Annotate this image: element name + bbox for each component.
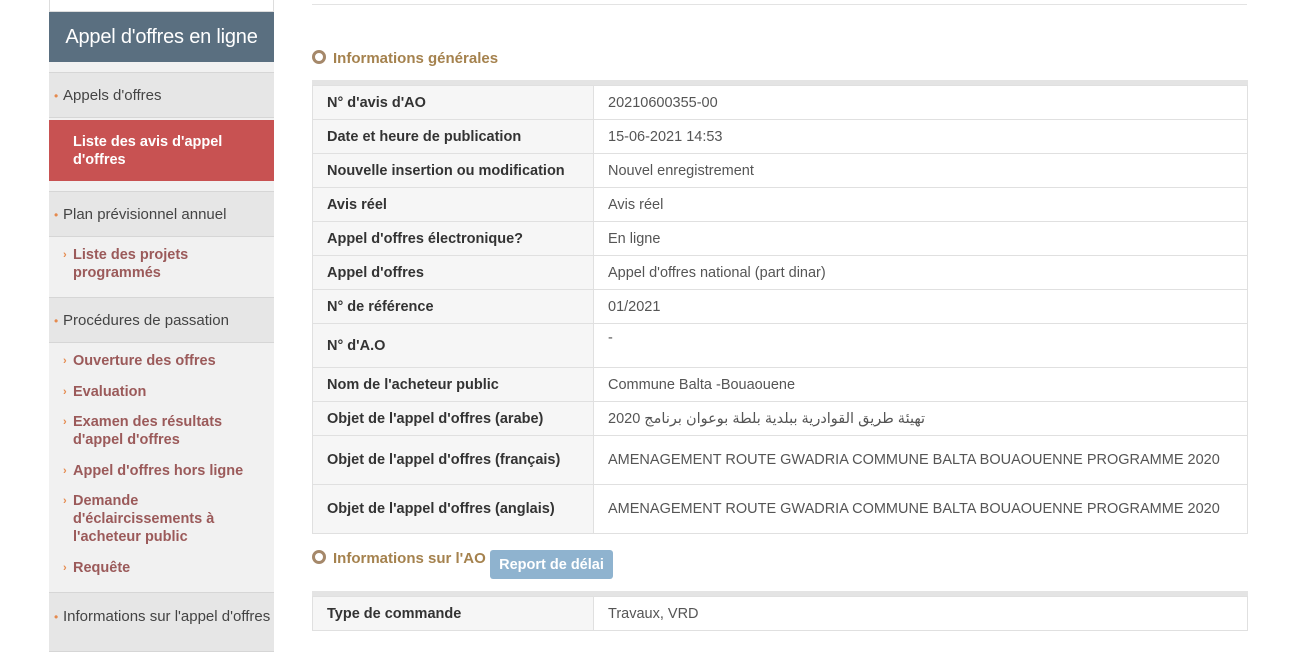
row-value: Avis réel: [593, 187, 1248, 222]
sidebar-item-ouverture[interactable]: › Ouverture des offres: [63, 352, 263, 370]
chevron-right-icon: ›: [63, 416, 67, 428]
section-title-text: Informations sur l'AO: [333, 550, 486, 567]
row-label: Nouvelle insertion ou modification: [312, 153, 594, 188]
table-row: Appel d'offres Appel d'offres national (p…: [312, 255, 1248, 290]
ao-info-table: Type de commande Travaux, VRD: [312, 596, 1248, 631]
sidebar-section-label: Procédures de passation: [63, 312, 229, 329]
table-row: Nom de l'acheteur public Commune Balta -B…: [312, 367, 1248, 402]
sidebar-section-label: Plan prévisionnel annuel: [63, 206, 227, 223]
bullet-icon: •: [54, 208, 59, 222]
chevron-right-icon: ›: [63, 355, 67, 367]
sidebar-item-label: Requête: [73, 560, 131, 576]
table-row: Objet de l'appel d'offres (anglais) AMENA…: [312, 484, 1248, 534]
sidebar-item-label: Demande d'éclaircissements à l'acheteur …: [73, 493, 215, 545]
row-label: Appel d'offres électronique?: [312, 221, 594, 256]
bullet-icon: •: [54, 610, 59, 624]
row-value: Commune Balta -Bouaouene: [593, 367, 1248, 402]
row-value: -: [593, 323, 1248, 368]
sidebar-item-hors-ligne[interactable]: › Appel d'offres hors ligne: [63, 462, 263, 480]
row-label: Objet de l'appel d'offres (arabe): [312, 401, 594, 436]
sidebar-item-evaluation[interactable]: › Evaluation: [63, 383, 263, 401]
circle-bullet-icon: [312, 50, 326, 65]
sidebar-item-eclaircissements[interactable]: › Demande d'éclaircissements à l'acheteu…: [63, 492, 263, 546]
row-value: Appel d'offres national (part dinar): [593, 255, 1248, 290]
section-title-general: Informations générales: [312, 50, 498, 67]
row-label: Type de commande: [312, 596, 594, 631]
sidebar-section-label: Informations sur l'appel d'offres: [63, 608, 271, 625]
sidebar-section-informations[interactable]: • Informations sur l'appel d'offres: [49, 592, 274, 652]
chevron-right-icon: ›: [63, 386, 67, 398]
sidebar-item-requete[interactable]: › Requête: [63, 559, 263, 577]
section-title-text: Informations générales: [333, 50, 499, 67]
row-value: 15-06-2021 14:53: [593, 119, 1248, 154]
sidebar-section-plan[interactable]: • Plan prévisionnel annuel: [49, 191, 274, 237]
row-value: Travaux, VRD: [593, 596, 1248, 631]
chevron-right-icon: ›: [63, 495, 67, 507]
sidebar-title: Appel d'offres en ligne: [49, 12, 274, 62]
sidebar-item-examen[interactable]: › Examen des résultats d'appel d'offres: [63, 413, 263, 449]
chevron-right-icon: ›: [63, 249, 67, 261]
row-label: Appel d'offres: [312, 255, 594, 290]
table-row: Avis réel Avis réel: [312, 187, 1248, 222]
chevron-right-icon: ›: [63, 562, 67, 574]
row-value: 20210600355-00: [593, 85, 1248, 120]
bullet-icon: •: [54, 314, 59, 328]
row-value: AMENAGEMENT ROUTE GWADRIA COMMUNE BALTA …: [593, 484, 1248, 534]
sidebar-section-procedures[interactable]: • Procédures de passation: [49, 297, 274, 343]
table-row: Objet de l'appel d'offres (arabe) تهيئة ط…: [312, 401, 1248, 436]
table-row: Appel d'offres électronique? En ligne: [312, 221, 1248, 256]
sidebar: Appel d'offres en ligne • Appels d'offre…: [49, 0, 274, 652]
row-label: N° de référence: [312, 289, 594, 324]
chevron-right-icon: ›: [63, 465, 67, 477]
sidebar-item-label: Examen des résultats d'appel d'offres: [73, 414, 223, 448]
table-row: Date et heure de publication 15-06-2021 1…: [312, 119, 1248, 154]
row-label: Avis réel: [312, 187, 594, 222]
row-value: Nouvel enregistrement: [593, 153, 1248, 188]
table-row: Nouvelle insertion ou modification Nouvel…: [312, 153, 1248, 188]
top-divider: [312, 4, 1247, 5]
bullet-icon: •: [54, 89, 59, 103]
general-info-table: N° d'avis d'AO 20210600355-00 Date et heur…: [312, 85, 1248, 534]
row-label: Objet de l'appel d'offres (français): [312, 435, 594, 485]
circle-bullet-icon: [312, 550, 326, 565]
row-label: N° d'avis d'AO: [312, 85, 594, 120]
sidebar-item-label: Ouverture des offres: [73, 353, 216, 369]
sidebar-top-strip: [49, 0, 274, 12]
sidebar-section-appels[interactable]: • Appels d'offres: [49, 72, 274, 118]
sidebar-section-label: Appels d'offres: [63, 87, 162, 104]
report-delai-button[interactable]: Report de délai: [490, 550, 613, 579]
sidebar-item-label: Evaluation: [73, 384, 147, 400]
row-label: Objet de l'appel d'offres (anglais): [312, 484, 594, 534]
row-label: N° d'A.O: [312, 323, 594, 368]
row-label: Date et heure de publication: [312, 119, 594, 154]
row-value: 01/2021: [593, 289, 1248, 324]
row-value: En ligne: [593, 221, 1248, 256]
table-row: Type de commande Travaux, VRD: [312, 596, 1248, 631]
sidebar-item-label: Appel d'offres hors ligne: [73, 463, 244, 479]
row-value: AMENAGEMENT ROUTE GWADRIA COMMUNE BALTA …: [593, 435, 1248, 485]
sidebar-item-liste-projets[interactable]: › Liste des projets programmés: [63, 246, 263, 282]
table-row: N° de référence 01/2021: [312, 289, 1248, 324]
sidebar-item-liste-avis[interactable]: Liste des avis d'appel d'offres: [49, 120, 274, 181]
row-value: تهيئة طريق القوادرية ببلدية بلطة بوعوان …: [593, 401, 1248, 436]
table-row: N° d'avis d'AO 20210600355-00: [312, 85, 1248, 120]
table-row: N° d'A.O -: [312, 323, 1248, 368]
row-label: Nom de l'acheteur public: [312, 367, 594, 402]
section-title-ao: Informations sur l'AO: [312, 550, 486, 567]
sidebar-item-label: Liste des projets programmés: [73, 247, 189, 281]
table-row: Objet de l'appel d'offres (français) AMEN…: [312, 435, 1248, 485]
